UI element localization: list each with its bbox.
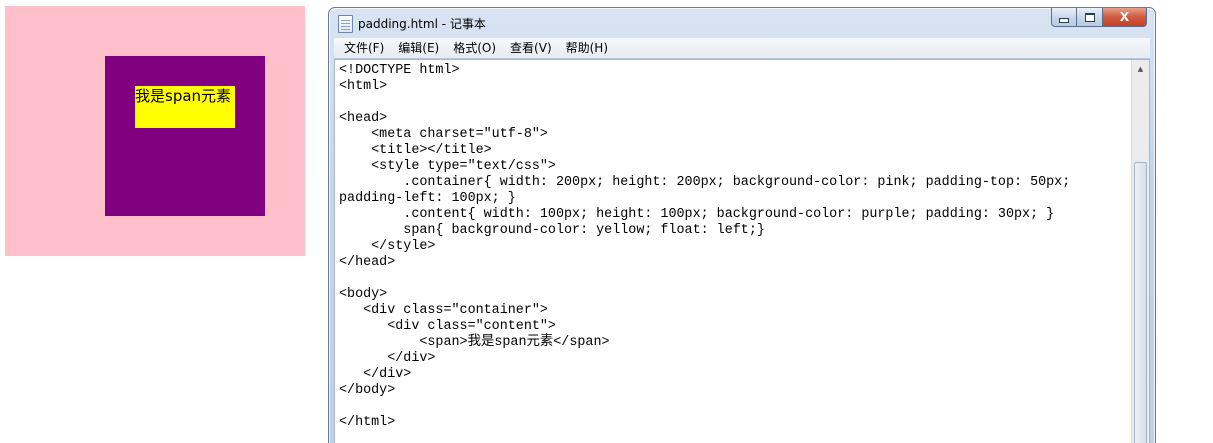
code-line: <html> (339, 79, 388, 94)
minimize-icon (1059, 17, 1069, 23)
menu-help[interactable]: 帮助(H) (559, 38, 615, 58)
code-line: </style> (339, 239, 436, 254)
code-line: </div> (339, 367, 412, 382)
menu-bar: 文件(F) 编辑(E) 格式(O) 查看(V) 帮助(H) (334, 38, 1150, 59)
close-icon: X (1119, 10, 1130, 24)
demo-content-box: 我是span元素 (105, 56, 265, 216)
code-line: <body> (339, 287, 388, 302)
code-line: <div class="container"> (339, 303, 548, 318)
vertical-scrollbar[interactable]: ▲ (1131, 60, 1149, 443)
menu-format[interactable]: 格式(O) (446, 38, 503, 58)
close-button[interactable]: X (1103, 8, 1147, 27)
code-line: <div class="content"> (339, 319, 556, 334)
code-line: <title></title> (339, 143, 492, 158)
code-line: padding-left: 100px; } (339, 191, 516, 206)
scroll-up-button[interactable]: ▲ (1132, 60, 1149, 77)
code-line: .container{ width: 200px; height: 200px;… (339, 175, 1071, 190)
code-line: <span>我是span元素</span> (339, 335, 610, 350)
code-line: </div> (339, 351, 436, 366)
text-editor-area[interactable]: <!DOCTYPE html> <html> <head> <meta charse… (334, 59, 1150, 443)
window-controls: X (1051, 8, 1147, 28)
minimize-button[interactable] (1051, 8, 1077, 27)
menu-file[interactable]: 文件(F) (337, 38, 391, 58)
maximize-button[interactable] (1077, 8, 1103, 27)
demo-container-box: 我是span元素 (5, 6, 305, 256)
code-line: <meta charset="utf-8"> (339, 127, 548, 142)
maximize-icon (1084, 12, 1095, 22)
code-line: <head> (339, 111, 388, 126)
scroll-up-arrow-icon: ▲ (1137, 64, 1144, 73)
title-bar[interactable]: padding.html - 记事本 X (329, 8, 1155, 38)
window-title: padding.html - 记事本 (358, 17, 486, 31)
code-line: span{ background-color: yellow; float: l… (339, 223, 765, 238)
menu-edit[interactable]: 编辑(E) (391, 38, 446, 58)
code-line: <!DOCTYPE html> (339, 63, 460, 78)
menu-view[interactable]: 查看(V) (503, 38, 559, 58)
code-line: <style type="text/css"> (339, 159, 556, 174)
scrollbar-thumb[interactable] (1134, 162, 1147, 443)
code-line: </body> (339, 383, 396, 398)
screenshot: 我是span元素 padding.html - 记事本 X 文件(F) 编辑(E… (0, 0, 1213, 443)
code-line: .content{ width: 100px; height: 100px; b… (339, 207, 1055, 222)
demo-span-element: 我是span元素 (135, 86, 235, 128)
code-line: </head> (339, 255, 396, 270)
notepad-icon[interactable] (338, 15, 353, 33)
notepad-window: padding.html - 记事本 X 文件(F) 编辑(E) 格式(O) 查… (328, 7, 1156, 443)
code-text[interactable]: <!DOCTYPE html> <html> <head> <meta charse… (339, 63, 1127, 443)
code-line: </html> (339, 415, 396, 430)
